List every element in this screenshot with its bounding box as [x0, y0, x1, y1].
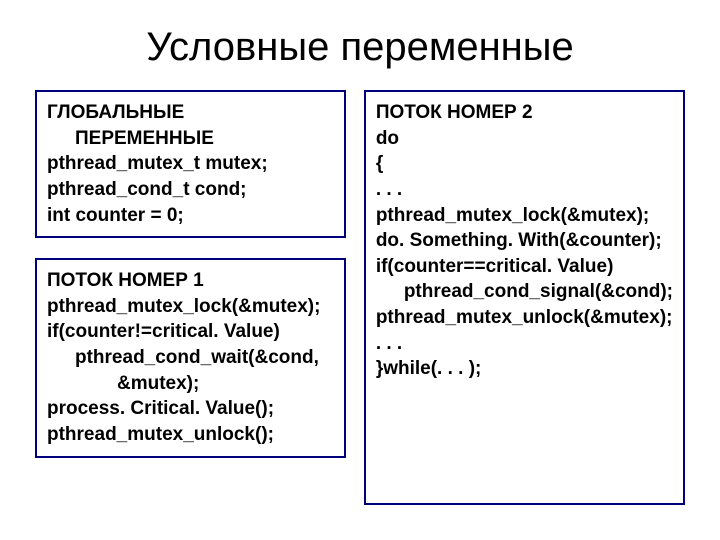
thread1-line-6: pthread_mutex_unlock(); [47, 424, 274, 445]
thread2-title: ПОТОК НОМЕР 2 [376, 102, 533, 123]
thread2-line-10: }while(. . . ); [376, 358, 482, 379]
globals-box: ГЛОБАЛЬНЫЕ ПЕРЕМЕННЫЕ pthread_mutex_t mu… [35, 90, 346, 238]
thread2-box: ПОТОК НОМЕР 2 do { . . . pthread_mutex_l… [364, 90, 685, 505]
globals-line-2: pthread_cond_t cond; [47, 179, 247, 200]
thread2-line-6: if(counter==critical. Value) [376, 256, 614, 277]
thread1-line-2: if(counter!=critical. Value) [47, 321, 280, 342]
thread2-line-8: pthread_mutex_unlock(&mutex); [376, 307, 673, 328]
thread1-box: ПОТОК НОМЕР 1 pthread_mutex_lock(&mutex)… [35, 258, 346, 457]
thread2-line-2: { [376, 153, 383, 174]
slide: Условные переменные ГЛОБАЛЬНЫЕ ПЕРЕМЕННЫ… [0, 0, 720, 540]
slide-title: Условные переменные [35, 25, 685, 70]
thread2-line-1: do [376, 128, 399, 149]
thread2-line-3: . . . [376, 179, 402, 200]
thread2-line-5: do. Something. With(&counter); [376, 230, 662, 251]
globals-heading-2: ПЕРЕМЕННЫЕ [47, 126, 334, 152]
thread2-line-9: . . . [376, 333, 402, 354]
thread1-title: ПОТОК НОМЕР 1 [47, 270, 204, 291]
globals-line-1: pthread_mutex_t mutex; [47, 153, 268, 174]
globals-line-3: int counter = 0; [47, 205, 184, 226]
thread1-line-5: process. Critical. Value(); [47, 398, 274, 419]
thread2-line-4: pthread_mutex_lock(&mutex); [376, 205, 649, 226]
left-column: ГЛОБАЛЬНЫЕ ПЕРЕМЕННЫЕ pthread_mutex_t mu… [35, 90, 346, 505]
globals-heading-1: ГЛОБАЛЬНЫЕ [47, 102, 184, 123]
thread2-line-7: pthread_cond_signal(&cond); [376, 279, 673, 305]
thread1-line-3: pthread_cond_wait(&cond, [47, 345, 334, 371]
thread1-line-4: &mutex); [47, 371, 334, 397]
columns: ГЛОБАЛЬНЫЕ ПЕРЕМЕННЫЕ pthread_mutex_t mu… [35, 90, 685, 505]
right-column: ПОТОК НОМЕР 2 do { . . . pthread_mutex_l… [364, 90, 685, 505]
thread1-line-1: pthread_mutex_lock(&mutex); [47, 296, 320, 317]
